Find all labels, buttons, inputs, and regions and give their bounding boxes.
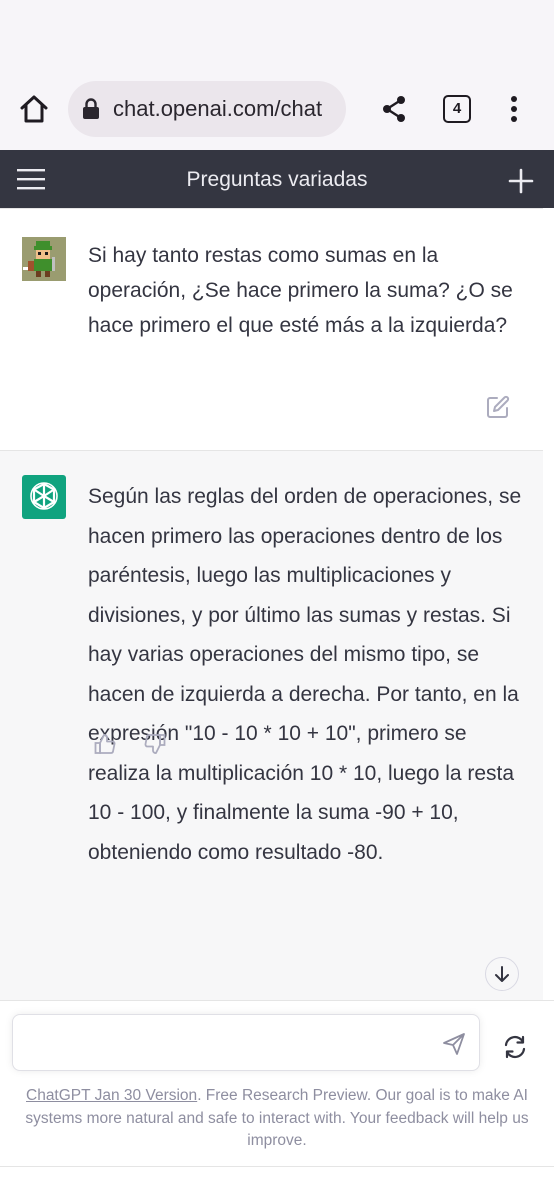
assistant-message: Según las reglas del orden de operacione… — [0, 450, 543, 1000]
lock-icon — [82, 98, 100, 120]
assistant-message-text: Según las reglas del orden de operacione… — [88, 485, 522, 864]
version-link[interactable]: ChatGPT Jan 30 Version — [26, 1087, 197, 1104]
thumbs-down-icon[interactable] — [144, 733, 166, 755]
url-text[interactable]: chat.openai.com/chat — [113, 95, 338, 123]
address-bar[interactable]: chat.openai.com/chat — [68, 81, 346, 137]
openai-logo-icon — [22, 475, 66, 519]
chat-header: Preguntas variadas — [0, 150, 554, 208]
plus-icon[interactable] — [508, 168, 534, 194]
footer-disclaimer: ChatGPT Jan 30 Version. Free Research Pr… — [14, 1085, 540, 1153]
send-icon[interactable] — [442, 1032, 466, 1056]
home-icon[interactable] — [18, 93, 50, 125]
chat-thread: Si hay tanto restas como sumas en la ope… — [0, 208, 543, 1000]
browser-toolbar: chat.openai.com/chat 4 — [0, 0, 554, 150]
more-vert-icon[interactable] — [503, 94, 525, 124]
user-message: Si hay tanto restas como sumas en la ope… — [0, 208, 543, 450]
scrollbar-track — [543, 208, 554, 1000]
refresh-icon[interactable] — [502, 1034, 528, 1060]
thumbs-up-icon[interactable] — [94, 733, 116, 755]
user-message-text: Si hay tanto restas como sumas en la ope… — [88, 244, 513, 337]
composer-panel: ChatGPT Jan 30 Version. Free Research Pr… — [0, 1000, 554, 1200]
message-input[interactable] — [12, 1014, 480, 1071]
avatar — [22, 237, 66, 281]
edit-icon[interactable] — [486, 395, 510, 419]
share-icon[interactable] — [380, 94, 408, 124]
tab-count-button[interactable]: 4 — [443, 95, 471, 123]
conversation-title: Preguntas variadas — [186, 168, 368, 191]
divider — [0, 1166, 554, 1167]
arrow-down-icon[interactable] — [485, 957, 519, 991]
